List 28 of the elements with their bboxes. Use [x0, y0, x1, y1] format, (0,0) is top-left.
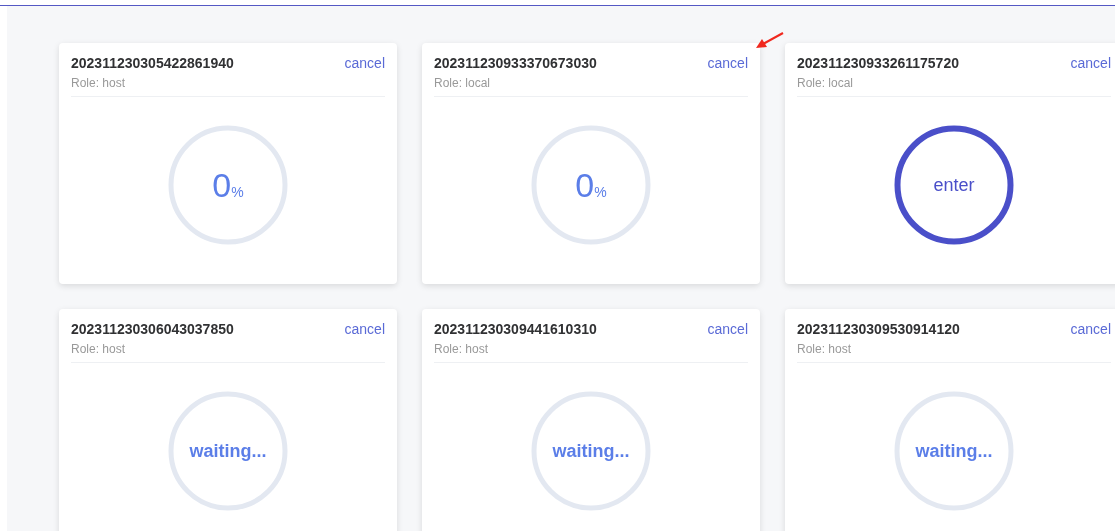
- task-id: 202311230306043037850: [71, 321, 234, 337]
- cancel-link[interactable]: cancel: [707, 321, 748, 337]
- percent-unit: %: [231, 184, 244, 200]
- cancel-link[interactable]: cancel: [344, 55, 385, 71]
- cancel-link[interactable]: cancel: [707, 55, 748, 71]
- waiting-status: waiting...: [915, 440, 993, 462]
- task-id: 202311230933261175720: [797, 55, 959, 71]
- waiting-status: waiting...: [552, 440, 630, 462]
- role-label: Role: local: [797, 76, 855, 90]
- percent-unit: %: [594, 184, 607, 200]
- cancel-link[interactable]: cancel: [344, 321, 385, 337]
- role-label: Role: host: [434, 342, 490, 356]
- progress-value: 0: [212, 168, 232, 202]
- waiting-status: waiting...: [189, 440, 267, 462]
- progress-value: 0: [575, 168, 595, 202]
- task-id: 202311230305422861940: [71, 55, 234, 71]
- role-label: Role: host: [71, 76, 127, 90]
- task-id: 202311230933370673030: [434, 55, 597, 71]
- task-id: 202311230309441610310: [434, 321, 597, 337]
- enter-ring[interactable]: [894, 125, 1014, 245]
- cancel-link[interactable]: cancel: [1070, 321, 1111, 337]
- enter-button[interactable]: enter: [933, 174, 975, 196]
- role-label: Role: host: [71, 342, 127, 356]
- role-label: Role: host: [797, 342, 853, 356]
- cancel-link[interactable]: cancel: [1070, 55, 1111, 71]
- role-label: Role: local: [434, 76, 492, 90]
- annotation-arrow: [755, 31, 785, 51]
- task-id: 202311230309530914120: [797, 321, 960, 337]
